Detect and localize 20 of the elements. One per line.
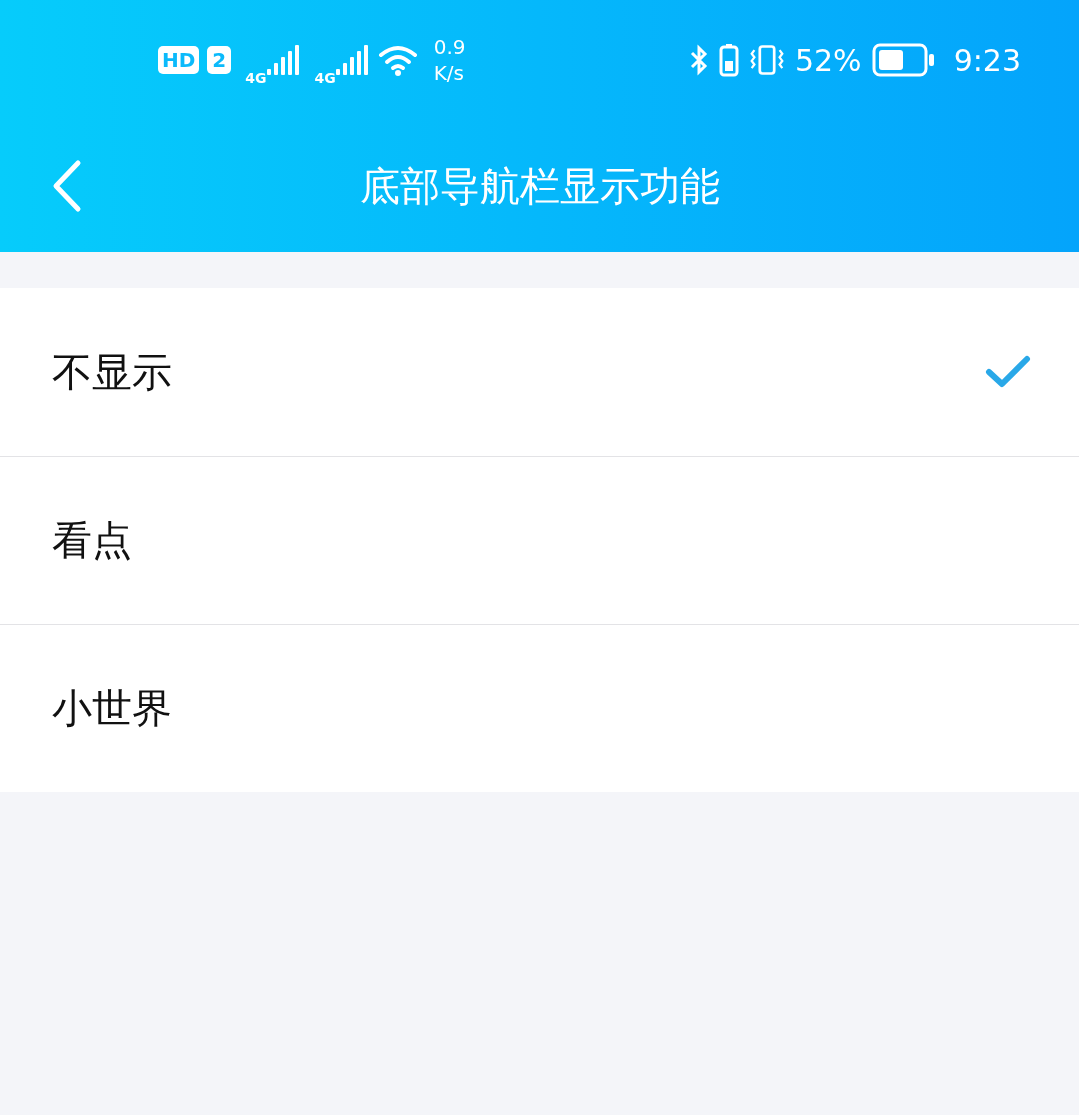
hd-badge: HD: [158, 46, 200, 74]
speed-value: 0.9: [433, 34, 466, 60]
battery-icon: [871, 43, 936, 77]
battery-percent: 52%: [794, 42, 862, 78]
battery-icon: [718, 43, 739, 77]
check-icon: [985, 354, 1031, 390]
page-title: 底部导航栏显示功能: [358, 161, 721, 211]
option-item[interactable]: 不显示: [0, 288, 1079, 456]
vibrate-icon: [748, 43, 785, 77]
option-item[interactable]: 看点: [0, 456, 1079, 624]
bluetooth-icon: [688, 44, 709, 76]
signal-icon: [266, 45, 301, 75]
wifi-icon: [377, 44, 418, 76]
network-label: 4G: [245, 70, 267, 86]
signal-icon: [335, 45, 370, 75]
clock-time: 9:23: [953, 42, 1021, 78]
network-label: 4G: [314, 70, 336, 86]
speed-unit: K/s: [433, 60, 465, 86]
sim-badge: 2: [207, 46, 232, 74]
option-item[interactable]: 小世界: [0, 624, 1079, 792]
